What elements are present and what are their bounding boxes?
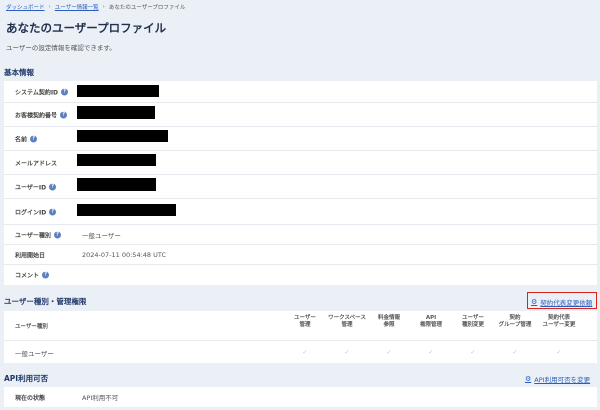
redacted-value	[77, 130, 168, 142]
info-label: ログインID	[15, 209, 47, 216]
breadcrumb-separator: ›	[48, 4, 51, 10]
check-icon: ✓	[470, 348, 476, 356]
gear-icon: ⚙	[525, 375, 532, 383]
contract-representative-change-request-label: 契約代表変更依頼	[540, 299, 593, 307]
question-circle-icon[interactable]: ?	[42, 271, 50, 279]
check-icon: ✓	[556, 348, 562, 356]
column-header: ワークスペース 管理	[328, 315, 366, 329]
info-label: お客様契約番号	[15, 112, 58, 119]
column-header: ユーザー 種別変更	[461, 315, 484, 329]
redacted-value	[77, 106, 155, 119]
question-circle-icon[interactable]: ?	[30, 135, 38, 142]
basic-info-card: システム契約ID ? お客様契約番号 ? 名前 ? メールアドレス ユーザーID…	[4, 81, 597, 285]
info-label: 名前	[15, 136, 28, 143]
redacted-value	[77, 204, 176, 216]
basic-info-section-title: 基本情報	[4, 68, 34, 77]
breadcrumb-dashboard-link[interactable]: ダッシュボード	[6, 3, 45, 11]
row-header-user-type: ユーザー種別	[15, 324, 48, 330]
column-header: 契約 グループ管理	[498, 315, 532, 329]
permissions-table-header: ユーザー種別 ユーザー 管理 ワークスペース 管理 料金情報 参照 API 権限管理 ユ…	[4, 311, 597, 341]
info-label: システム契約ID	[15, 89, 59, 96]
info-row-system-contract-id: システム契約ID ?	[4, 81, 597, 103]
info-row-user-id: ユーザーID ?	[4, 175, 597, 199]
column-header: 契約代表 ユーザー変更	[542, 315, 576, 329]
check-icon: ✓	[386, 348, 392, 356]
question-circle-icon[interactable]: ?	[60, 111, 68, 118]
info-label: コメント	[15, 272, 40, 280]
info-row-user-type: ユーザー種別 ? 一般ユーザー	[4, 225, 597, 245]
api-usage-section-title: API利用可否	[4, 374, 49, 383]
info-row-start-date: 利用開始日 2024-07-11 00:54:48 UTC	[4, 245, 597, 265]
info-row-comment: コメント ?	[4, 265, 597, 285]
change-api-usage-label: API利用可否を変更	[534, 376, 591, 384]
api-status-value: API利用不可	[82, 394, 119, 402]
check-icon: ✓	[344, 348, 350, 356]
api-usage-card: 現在の状態 API利用不可	[4, 387, 597, 407]
info-row-login-id: ログインID ?	[4, 199, 597, 225]
info-label: 利用開始日	[15, 252, 46, 259]
page-title: あなたのユーザープロファイル	[6, 21, 167, 35]
question-circle-icon[interactable]: ?	[61, 88, 69, 95]
contract-representative-change-request-link[interactable]: ⚙ 契約代表変更依頼	[531, 297, 592, 307]
check-icon: ✓	[428, 348, 434, 356]
api-status-label: 現在の状態	[15, 395, 46, 402]
info-row-email: メールアドレス	[4, 151, 597, 175]
breadcrumb-current: あなたのユーザープロファイル	[108, 5, 186, 11]
redacted-value	[77, 154, 156, 166]
row-label-general-user: 一般ユーザー	[15, 350, 54, 358]
info-label: メールアドレス	[15, 160, 58, 167]
breadcrumb-user-list-link[interactable]: ユーザー情報一覧	[55, 3, 99, 11]
info-label: ユーザー種別	[15, 232, 51, 239]
info-value-user-type: 一般ユーザー	[82, 231, 121, 240]
check-icon: ✓	[512, 348, 518, 356]
info-row-name: 名前 ?	[4, 127, 597, 151]
check-icon: ✓	[302, 348, 308, 356]
column-header: 料金情報 参照	[377, 315, 400, 329]
permissions-section-title: ユーザー種別・管理権限	[4, 297, 87, 306]
breadcrumb: ダッシュボード › ユーザー情報一覧 › あなたのユーザープロファイル	[6, 3, 185, 11]
redacted-value	[77, 178, 156, 191]
info-label: ユーザーID	[15, 184, 47, 191]
change-api-usage-link[interactable]: ⚙ API利用可否を変更	[525, 374, 590, 384]
info-row-customer-contract-number: お客様契約番号 ?	[4, 103, 597, 127]
page-subtitle: ユーザーの設定情報を確認できます。	[6, 44, 116, 52]
gear-icon: ⚙	[531, 298, 538, 306]
column-header: ユーザー 管理	[294, 315, 316, 329]
info-value-start-date: 2024-07-11 00:54:48 UTC	[82, 250, 166, 259]
redacted-value	[77, 85, 159, 97]
question-circle-icon[interactable]: ?	[49, 183, 57, 190]
question-circle-icon[interactable]: ?	[53, 231, 61, 238]
permissions-card: ユーザー種別 ユーザー 管理 ワークスペース 管理 料金情報 参照 API 権限管理 ユ…	[4, 311, 597, 363]
breadcrumb-separator: ›	[102, 4, 105, 10]
question-circle-icon[interactable]: ?	[49, 208, 57, 215]
column-header: API 権限管理	[419, 315, 442, 329]
